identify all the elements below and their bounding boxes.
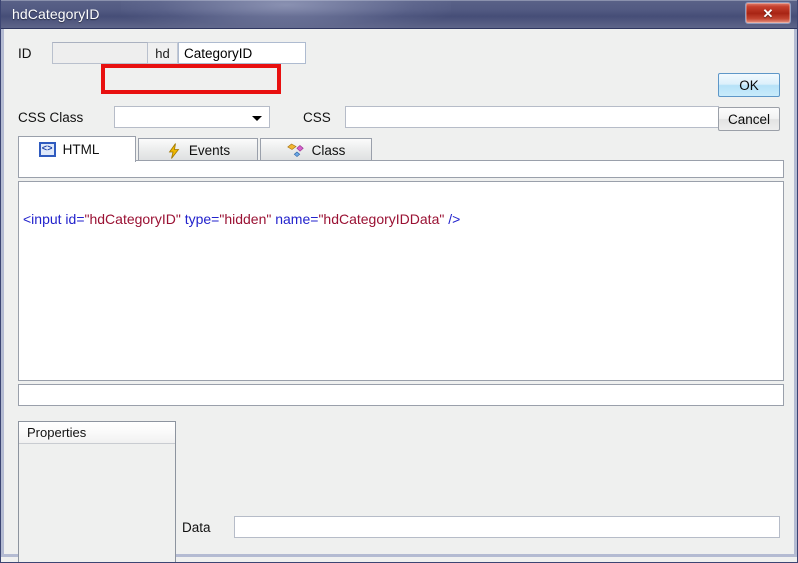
css-class-label: CSS Class — [18, 109, 84, 125]
window-title: hdCategoryID — [12, 6, 100, 22]
tab-events[interactable]: Events — [138, 138, 258, 162]
code-token-1: "hdCategoryID" — [84, 211, 181, 227]
properties-header: Properties — [19, 422, 175, 444]
code-brackets-icon: <> — [38, 142, 56, 157]
tab-strip: <> HTML Events Class — [18, 136, 784, 162]
data-input[interactable] — [234, 516, 780, 538]
properties-panel: Properties — [18, 421, 176, 562]
close-icon: ✕ — [762, 5, 774, 21]
ok-button[interactable]: OK — [718, 73, 780, 97]
tab-class-label: Class — [311, 143, 346, 158]
id-row: ID hd — [18, 41, 306, 65]
tab-events-label: Events — [188, 143, 231, 158]
code-line: <input id="hdCategoryID" type="hidden" n… — [23, 210, 460, 228]
tab-html-label: HTML — [62, 142, 100, 157]
css-input[interactable] — [345, 106, 719, 128]
dialog-body: ID hd CSS Class CSS OK Cancel <> HTML — [1, 29, 797, 562]
lightning-bolt-icon — [166, 142, 182, 159]
editor-status-strip — [18, 384, 784, 406]
id-input[interactable] — [178, 42, 306, 64]
title-bar: hdCategoryID ✕ — [1, 0, 797, 29]
tab-class[interactable]: Class — [260, 138, 372, 162]
code-token-2: type= — [180, 211, 220, 227]
css-class-dropdown[interactable] — [114, 106, 270, 128]
tab-html[interactable]: <> HTML — [18, 136, 136, 162]
code-token-3: "hidden" — [219, 211, 272, 227]
cancel-button[interactable]: Cancel — [718, 107, 780, 131]
css-row: CSS Class CSS — [18, 105, 719, 129]
data-label: Data — [182, 519, 211, 535]
code-token-5: "hdCategoryIDData" — [318, 211, 445, 227]
diamonds-icon — [286, 143, 305, 159]
id-field-highlight-box — [101, 64, 281, 94]
data-row: Data — [182, 516, 780, 538]
code-token-6: /> — [444, 211, 461, 227]
title-bar-glow — [121, 0, 451, 28]
id-readonly-field — [52, 42, 148, 64]
id-label: ID — [18, 45, 32, 61]
chevron-down-icon — [252, 116, 262, 121]
dialog-window: hdCategoryID ✕ ID hd CSS Class CSS OK Ca… — [0, 0, 798, 563]
close-button[interactable]: ✕ — [745, 2, 791, 24]
html-code-editor[interactable]: <input id="hdCategoryID" type="hidden" n… — [18, 181, 784, 381]
code-token-0: <input id= — [23, 211, 85, 227]
code-token-4: name= — [271, 211, 319, 227]
editor-toolbar-strip[interactable] — [18, 160, 784, 178]
css-label: CSS — [303, 109, 331, 125]
id-prefix-label: hd — [148, 42, 178, 64]
